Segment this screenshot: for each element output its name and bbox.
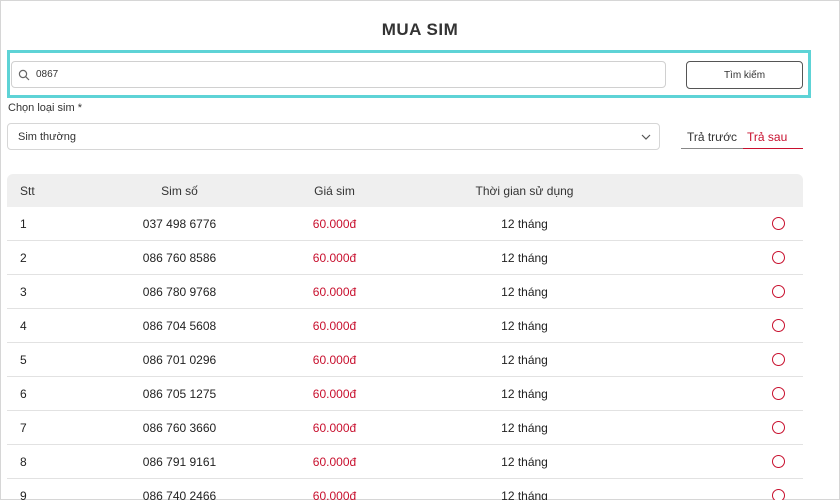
- row-price: 60.000đ: [312, 454, 357, 469]
- row-sim-number: 086 704 5608: [142, 318, 217, 333]
- payment-tabs: Trả trước Trả sau: [681, 130, 803, 150]
- row-sim-number: 037 498 6776: [142, 216, 217, 231]
- row-stt: 3: [20, 284, 27, 299]
- tab-postpaid[interactable]: Trả sau: [743, 130, 803, 149]
- select-radio[interactable]: [772, 455, 785, 468]
- table-row[interactable]: 1 037 498 6776 60.000đ 12 tháng: [7, 207, 803, 241]
- row-price: 60.000đ: [312, 216, 357, 231]
- row-stt: 9: [20, 488, 27, 500]
- row-duration: 12 tháng: [501, 318, 548, 333]
- row-sim-number: 086 705 1275: [142, 386, 217, 401]
- row-sim-number: 086 791 9161: [142, 454, 217, 469]
- page-title: MUA SIM: [381, 20, 459, 39]
- select-radio[interactable]: [772, 421, 785, 434]
- row-duration: 12 tháng: [501, 420, 548, 435]
- row-duration: 12 tháng: [501, 454, 548, 469]
- row-stt: 1: [20, 216, 27, 231]
- column-header-stt: Stt: [20, 183, 35, 198]
- row-duration: 12 tháng: [501, 284, 548, 299]
- sim-type-selected: Sim thường: [18, 130, 76, 143]
- table-row[interactable]: 5 086 701 0296 60.000đ 12 tháng: [7, 343, 803, 377]
- row-duration: 12 tháng: [501, 250, 548, 265]
- row-duration: 12 tháng: [501, 488, 548, 500]
- table-row[interactable]: 2 086 760 8586 60.000đ 12 tháng: [7, 241, 803, 275]
- row-stt: 5: [20, 352, 27, 367]
- row-sim-number: 086 760 8586: [142, 250, 217, 265]
- table-row[interactable]: 9 086 740 2466 60.000đ 12 tháng: [7, 479, 803, 500]
- search-icon: [18, 68, 32, 82]
- row-stt: 8: [20, 454, 27, 469]
- sim-type-select[interactable]: Sim thường: [7, 123, 660, 150]
- row-price: 60.000đ: [312, 318, 357, 333]
- row-stt: 7: [20, 420, 27, 435]
- row-price: 60.000đ: [312, 420, 357, 435]
- row-sim-number: 086 740 2466: [142, 488, 217, 500]
- table-row[interactable]: 7 086 760 3660 60.000đ 12 tháng: [7, 411, 803, 445]
- table-header: Stt Sim số Giá sim Thời gian sử dụng: [7, 174, 803, 207]
- table-row[interactable]: 6 086 705 1275 60.000đ 12 tháng: [7, 377, 803, 411]
- select-radio[interactable]: [772, 285, 785, 298]
- column-header-price: Giá sim: [314, 183, 355, 198]
- select-radio[interactable]: [772, 489, 785, 500]
- row-stt: 6: [20, 386, 27, 401]
- table-row[interactable]: 8 086 791 9161 60.000đ 12 tháng: [7, 445, 803, 479]
- chevron-down-icon: [641, 131, 651, 143]
- row-price: 60.000đ: [312, 250, 357, 265]
- sim-table: Stt Sim số Giá sim Thời gian sử dụng 1 03…: [7, 174, 803, 500]
- row-price: 60.000đ: [312, 352, 357, 367]
- select-radio[interactable]: [772, 319, 785, 332]
- row-price: 60.000đ: [312, 386, 357, 401]
- column-header-number: Sim số: [161, 183, 198, 198]
- sim-type-label: Chọn loại sim *: [8, 102, 82, 114]
- search-input[interactable]: [36, 69, 636, 80]
- select-radio[interactable]: [772, 217, 785, 230]
- row-price: 60.000đ: [312, 284, 357, 299]
- select-radio[interactable]: [772, 353, 785, 366]
- row-duration: 12 tháng: [501, 386, 548, 401]
- row-stt: 2: [20, 250, 27, 265]
- search-button[interactable]: Tìm kiếm: [686, 61, 803, 89]
- select-radio[interactable]: [772, 251, 785, 264]
- row-sim-number: 086 760 3660: [142, 420, 217, 435]
- select-radio[interactable]: [772, 387, 785, 400]
- row-duration: 12 tháng: [501, 352, 548, 367]
- table-row[interactable]: 3 086 780 9768 60.000đ 12 tháng: [7, 275, 803, 309]
- table-row[interactable]: 4 086 704 5608 60.000đ 12 tháng: [7, 309, 803, 343]
- row-duration: 12 tháng: [501, 216, 548, 231]
- search-box[interactable]: [11, 61, 666, 88]
- row-stt: 4: [20, 318, 27, 333]
- tab-prepaid[interactable]: Trả trước: [681, 130, 743, 149]
- row-price: 60.000đ: [312, 488, 357, 500]
- row-sim-number: 086 701 0296: [142, 352, 217, 367]
- row-sim-number: 086 780 9768: [142, 284, 217, 299]
- table-body: 1 037 498 6776 60.000đ 12 tháng 2 086 760 858…: [7, 207, 803, 500]
- column-header-duration: Thời gian sử dụng: [475, 183, 574, 198]
